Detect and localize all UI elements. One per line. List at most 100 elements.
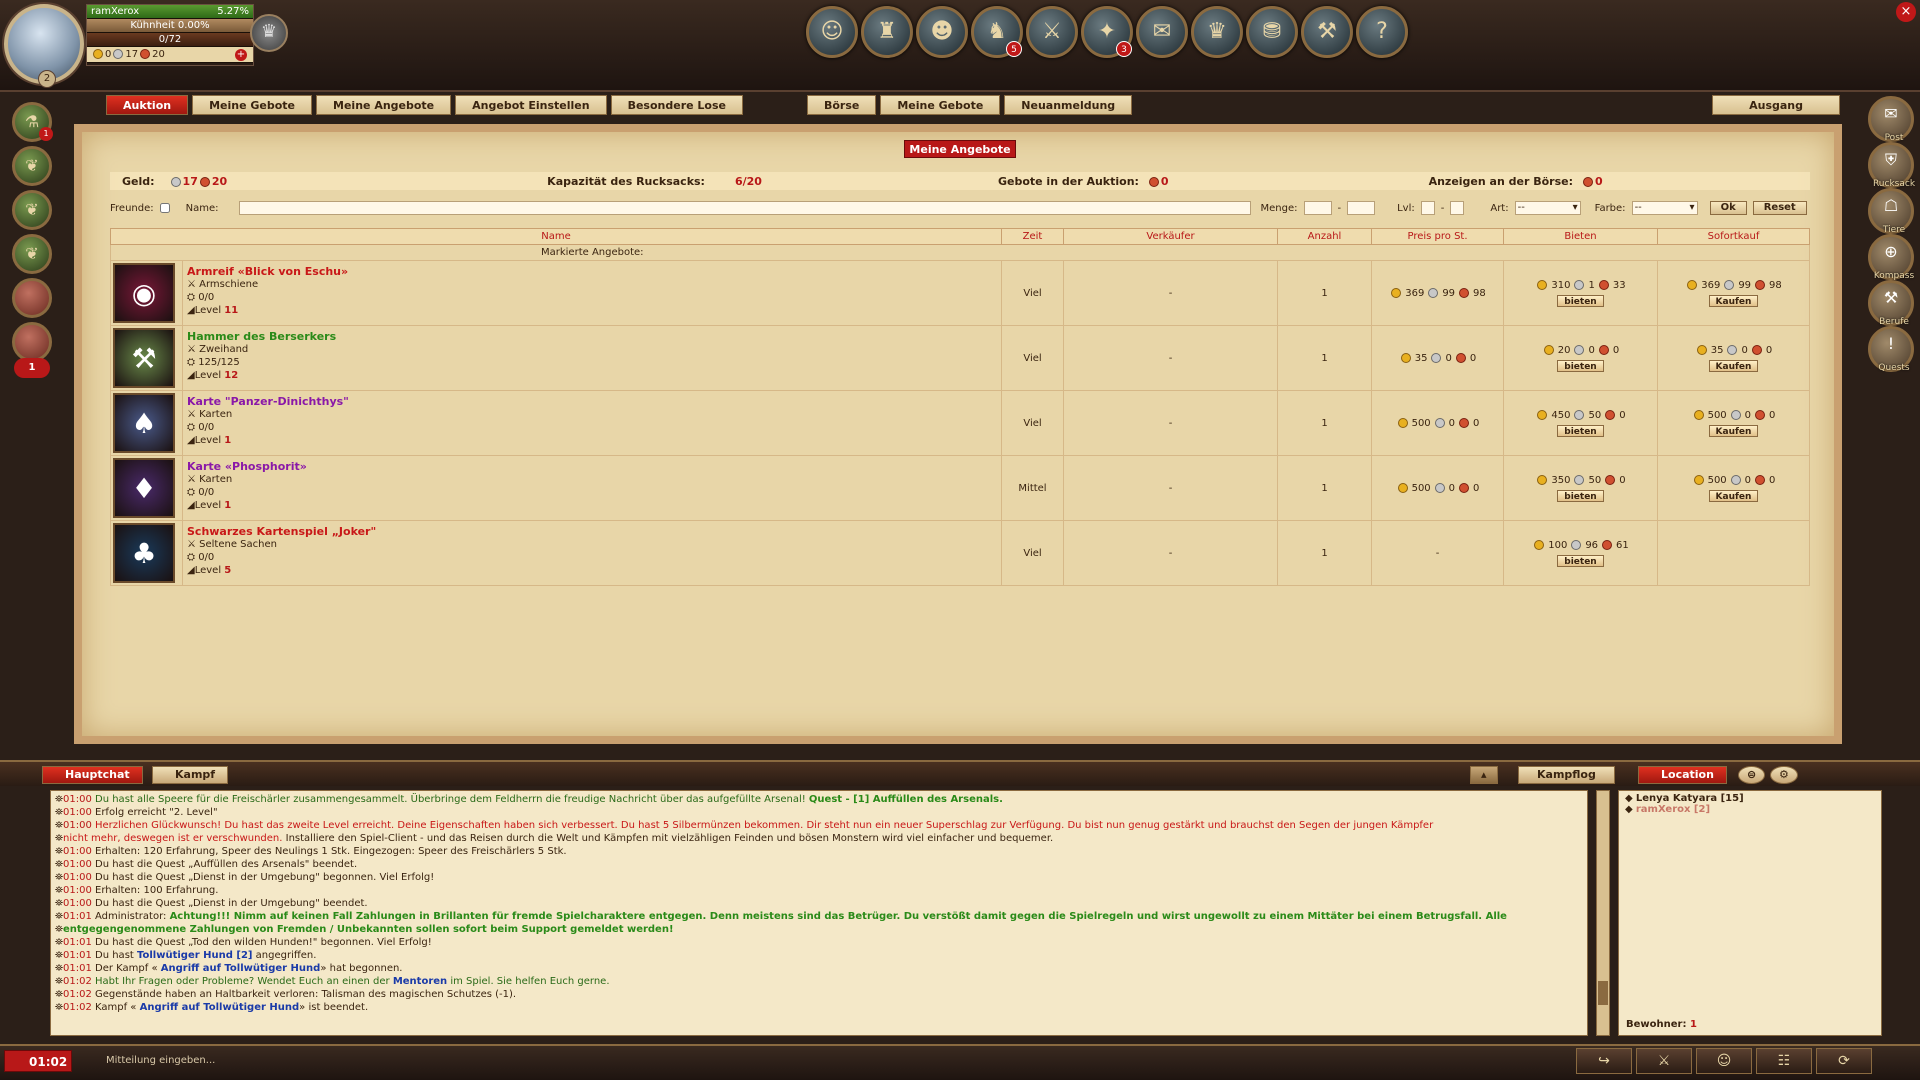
bid-button[interactable]: bieten	[1557, 554, 1604, 567]
herb-button-3[interactable]: ❦	[12, 234, 52, 274]
send-arrow-icon[interactable]: ↪	[1576, 1048, 1632, 1074]
name-input[interactable]	[238, 201, 1251, 215]
right-tiere-button[interactable]: ☖ Tiere	[1868, 188, 1914, 235]
col-sofortkauf[interactable]: Sofortkauf	[1657, 228, 1810, 245]
tab-neuanmeldung[interactable]: Neuanmeldung	[1004, 95, 1133, 115]
location-user[interactable]: ◆ Lenya Katyara [15]	[1625, 793, 1875, 804]
item-name[interactable]: Karte «Phosphorit»	[187, 460, 1001, 473]
level-max-input[interactable]	[1450, 201, 1465, 215]
table-row[interactable]: ⚒ Hammer des Berserkers ⚔ Zweihand ⛭ 125/12…	[110, 325, 1810, 391]
map-icon[interactable]: ✦ 3	[1081, 6, 1133, 58]
item-name[interactable]: Karte "Panzer-Dinichthys"	[187, 395, 1001, 408]
tab-ausgang[interactable]: Ausgang	[1712, 95, 1840, 115]
tab-boerse[interactable]: Börse	[806, 95, 877, 115]
bid-button[interactable]: bieten	[1557, 294, 1604, 307]
item-name[interactable]: Schwarzes Kartenspiel „Joker"	[187, 525, 1001, 538]
help-icon[interactable]: ?	[1356, 6, 1408, 58]
bid-button[interactable]: bieten	[1557, 489, 1604, 502]
tab-location[interactable]: Location	[1638, 766, 1727, 784]
beast-icon[interactable]: ☻	[916, 6, 968, 58]
col-bieten[interactable]: Bieten	[1503, 228, 1658, 245]
right-rucksack-button[interactable]: ⛨ Rucksack	[1868, 142, 1915, 189]
item-icon[interactable]: ♦	[113, 458, 175, 518]
table-row[interactable]: ◉ Armreif «Blick von Eschu» ⚔ Armschiene ⛭ …	[110, 260, 1810, 326]
buy-button[interactable]: Kaufen	[1708, 489, 1759, 502]
location-user[interactable]: ◆ ramXerox [2]	[1625, 804, 1875, 815]
item-icon[interactable]: ♣	[113, 523, 175, 583]
item-name[interactable]: Armreif «Blick von Eschu»	[187, 265, 1001, 278]
col-zeit[interactable]: Zeit	[1001, 228, 1064, 245]
right-kompass-button[interactable]: ⊕ Kompass	[1868, 234, 1914, 281]
coins-icon[interactable]: ⛃	[1246, 6, 1298, 58]
settings-icon[interactable]: ⚙	[1770, 766, 1798, 784]
chat-link[interactable]: Angriff auf Tollwütiger Hund	[161, 963, 321, 974]
tab-angebot-einstellen[interactable]: Angebot Einstellen	[455, 95, 607, 115]
color-select[interactable]: -- ▾	[1631, 201, 1698, 215]
chat-scrollbar[interactable]	[1596, 790, 1610, 1036]
item-icon[interactable]: ⚒	[113, 328, 175, 388]
buy-button[interactable]: Kaufen	[1708, 294, 1759, 307]
tab-besondere-lose[interactable]: Besondere Lose	[610, 95, 743, 115]
quantity-max-input[interactable]	[1347, 201, 1376, 215]
crown-icon[interactable]: ♛	[250, 14, 288, 52]
tab-hauptchat[interactable]: Hauptchat	[42, 766, 143, 784]
chat-message-input[interactable]: Mitteilung eingeben...	[96, 1052, 1576, 1070]
col-name[interactable]: Name	[110, 228, 1002, 245]
herb-button-2[interactable]: ❦	[12, 190, 52, 230]
table-row[interactable]: ♠ Karte "Panzer-Dinichthys" ⚔ Karten ⛭ 0/0 ◢…	[110, 390, 1810, 456]
tab-boerse-meine-gebote[interactable]: Meine Gebote	[880, 95, 1001, 115]
people-icon[interactable]: ☷	[1756, 1048, 1812, 1074]
chat-link[interactable]: Tollwütiger Hund [2]	[137, 950, 252, 961]
battle-icon[interactable]: ⚔	[1026, 6, 1078, 58]
herb-button-1[interactable]: ❦	[12, 146, 52, 186]
filter-icon[interactable]: ⊜	[1738, 766, 1766, 784]
level-min-input[interactable]	[1420, 201, 1435, 215]
item-icon[interactable]: ◉	[113, 263, 175, 323]
col-anzahl[interactable]: Anzahl	[1277, 228, 1372, 245]
tab-kampflog[interactable]: Kampflog	[1518, 766, 1615, 784]
bid-button[interactable]: bieten	[1557, 359, 1604, 372]
clan-icon[interactable]: ♛	[1191, 6, 1243, 58]
buy-button[interactable]: Kaufen	[1708, 359, 1759, 372]
refresh-icon[interactable]: ⟳	[1816, 1048, 1872, 1074]
chat-scroll-thumb[interactable]	[1598, 981, 1608, 1005]
player-name[interactable]: ramXerox	[91, 6, 139, 17]
buy-button[interactable]: Kaufen	[1708, 424, 1759, 437]
potion-button[interactable]: ⚗ 1	[12, 102, 53, 142]
chat-link[interactable]: Angriff auf Tollwütiger Hund	[140, 1002, 300, 1013]
right-berufe-button[interactable]: ⚒ Berufe	[1868, 280, 1914, 327]
item-icon[interactable]: ♠	[113, 393, 175, 453]
chat-collapse-icon[interactable]: ▴	[1470, 766, 1498, 784]
add-money-icon[interactable]: +	[235, 48, 247, 61]
empty-slot-2[interactable]	[12, 322, 52, 362]
castle-icon[interactable]: ♜	[861, 6, 913, 58]
reset-button[interactable]: Reset	[1752, 201, 1807, 215]
chat-link[interactable]: Mentoren	[393, 976, 447, 987]
character-icon[interactable]: ☺	[806, 6, 858, 58]
tab-auktion[interactable]: Auktion	[106, 95, 189, 115]
ok-button[interactable]: Ok	[1709, 201, 1747, 215]
hammer-icon[interactable]: ⚒	[1301, 6, 1353, 58]
table-row[interactable]: ♦ Karte «Phosphorit» ⚔ Karten ⛭ 0/0 ◢Level 1…	[110, 455, 1810, 521]
right-post-button[interactable]: ✉ Post	[1868, 96, 1914, 143]
scroll-icon[interactable]: ✉	[1136, 6, 1188, 58]
location-user-name[interactable]: ramXerox [2]	[1636, 804, 1710, 815]
location-user-name[interactable]: Lenya Katyara [15]	[1636, 793, 1744, 804]
item-name[interactable]: Hammer des Berserkers	[187, 330, 1001, 343]
friends-checkbox[interactable]	[159, 203, 170, 213]
quantity-min-input[interactable]	[1303, 201, 1332, 215]
smiley-icon[interactable]: ☺	[1696, 1048, 1752, 1074]
tab-kampf[interactable]: Kampf	[152, 766, 229, 784]
close-icon[interactable]: ×	[1896, 2, 1916, 22]
left-page-badge[interactable]: 1	[14, 358, 50, 378]
table-row[interactable]: ♣ Schwarzes Kartenspiel „Joker" ⚔ Seltene …	[110, 520, 1810, 586]
knight-icon[interactable]: ♞ 5	[971, 6, 1023, 58]
tab-meine-angebote[interactable]: Meine Angebote	[316, 95, 452, 115]
chat-log[interactable]: ⛯01:00 Du hast alle Speere für die Freis…	[50, 790, 1588, 1036]
right-quests-button[interactable]: ! Quests	[1868, 326, 1914, 373]
bid-button[interactable]: bieten	[1557, 424, 1604, 437]
player-avatar[interactable]: 2	[4, 4, 84, 88]
empty-slot-1[interactable]	[12, 278, 52, 318]
type-select[interactable]: -- ▾	[1514, 201, 1581, 215]
col-verkaeufer[interactable]: Verkäufer	[1063, 228, 1278, 245]
